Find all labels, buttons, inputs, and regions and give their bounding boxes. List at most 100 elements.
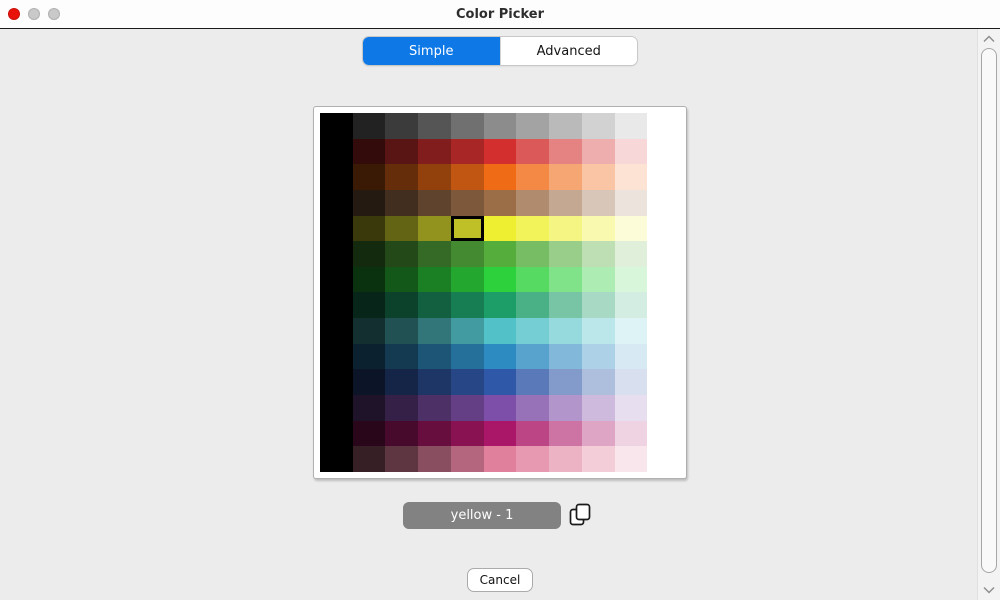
swatch-magenta-6[interactable] (516, 421, 549, 447)
swatch-sea-green-2[interactable] (385, 292, 418, 318)
copy-button[interactable] (564, 500, 596, 532)
swatch-cyan-10[interactable] (647, 318, 680, 344)
swatch-forest-green-8[interactable] (582, 241, 615, 267)
swatch-sea-green-1[interactable] (353, 292, 386, 318)
swatch-yellow-1[interactable] (353, 216, 386, 242)
swatch-cyan-8[interactable] (582, 318, 615, 344)
swatch-purple-7[interactable] (549, 395, 582, 421)
swatch-cyan-4[interactable] (451, 318, 484, 344)
swatch-blue-6[interactable] (516, 344, 549, 370)
swatch-rose-4[interactable] (451, 446, 484, 472)
swatch-green-4[interactable] (451, 267, 484, 293)
swatch-orange-10[interactable] (647, 164, 680, 190)
swatch-gray-5[interactable] (484, 113, 517, 139)
swatch-magenta-9[interactable] (615, 421, 648, 447)
swatch-gray-9[interactable] (615, 113, 648, 139)
swatch-gray-4[interactable] (451, 113, 484, 139)
swatch-orange-1[interactable] (353, 164, 386, 190)
swatch-brown-7[interactable] (549, 190, 582, 216)
swatch-forest-green-3[interactable] (418, 241, 451, 267)
swatch-indigo-4[interactable] (451, 369, 484, 395)
close-button[interactable] (8, 8, 20, 20)
swatch-magenta-10[interactable] (647, 421, 680, 447)
vertical-scrollbar[interactable] (977, 29, 1000, 600)
swatch-blue-9[interactable] (615, 344, 648, 370)
swatch-red-6[interactable] (516, 139, 549, 165)
swatch-orange-9[interactable] (615, 164, 648, 190)
swatch-red-4[interactable] (451, 139, 484, 165)
swatch-green-0[interactable] (320, 267, 353, 293)
swatch-green-2[interactable] (385, 267, 418, 293)
swatch-forest-green-10[interactable] (647, 241, 680, 267)
swatch-brown-8[interactable] (582, 190, 615, 216)
swatch-orange-7[interactable] (549, 164, 582, 190)
swatch-orange-0[interactable] (320, 164, 353, 190)
swatch-indigo-1[interactable] (353, 369, 386, 395)
swatch-forest-green-7[interactable] (549, 241, 582, 267)
swatch-forest-green-0[interactable] (320, 241, 353, 267)
swatch-purple-1[interactable] (353, 395, 386, 421)
swatch-orange-4[interactable] (451, 164, 484, 190)
swatch-cyan-0[interactable] (320, 318, 353, 344)
swatch-magenta-1[interactable] (353, 421, 386, 447)
swatch-green-9[interactable] (615, 267, 648, 293)
swatch-indigo-6[interactable] (516, 369, 549, 395)
swatch-sea-green-10[interactable] (647, 292, 680, 318)
swatch-blue-1[interactable] (353, 344, 386, 370)
swatch-yellow-4[interactable] (451, 216, 484, 242)
tab-simple[interactable]: Simple (363, 37, 500, 65)
swatch-rose-9[interactable] (615, 446, 648, 472)
swatch-blue-7[interactable] (549, 344, 582, 370)
swatch-blue-0[interactable] (320, 344, 353, 370)
swatch-indigo-7[interactable] (549, 369, 582, 395)
swatch-red-3[interactable] (418, 139, 451, 165)
swatch-indigo-9[interactable] (615, 369, 648, 395)
swatch-brown-2[interactable] (385, 190, 418, 216)
swatch-cyan-2[interactable] (385, 318, 418, 344)
swatch-brown-9[interactable] (615, 190, 648, 216)
swatch-purple-4[interactable] (451, 395, 484, 421)
swatch-sea-green-5[interactable] (484, 292, 517, 318)
swatch-magenta-0[interactable] (320, 421, 353, 447)
swatch-gray-7[interactable] (549, 113, 582, 139)
swatch-yellow-6[interactable] (516, 216, 549, 242)
minimize-button[interactable] (28, 8, 40, 20)
swatch-purple-8[interactable] (582, 395, 615, 421)
swatch-brown-6[interactable] (516, 190, 549, 216)
swatch-magenta-2[interactable] (385, 421, 418, 447)
swatch-green-6[interactable] (516, 267, 549, 293)
swatch-sea-green-9[interactable] (615, 292, 648, 318)
swatch-cyan-5[interactable] (484, 318, 517, 344)
swatch-green-1[interactable] (353, 267, 386, 293)
swatch-yellow-0[interactable] (320, 216, 353, 242)
swatch-rose-5[interactable] (484, 446, 517, 472)
swatch-purple-0[interactable] (320, 395, 353, 421)
swatch-magenta-7[interactable] (549, 421, 582, 447)
swatch-gray-1[interactable] (353, 113, 386, 139)
swatch-blue-10[interactable] (647, 344, 680, 370)
swatch-sea-green-0[interactable] (320, 292, 353, 318)
swatch-brown-0[interactable] (320, 190, 353, 216)
swatch-forest-green-5[interactable] (484, 241, 517, 267)
swatch-sea-green-4[interactable] (451, 292, 484, 318)
swatch-magenta-4[interactable] (451, 421, 484, 447)
swatch-cyan-1[interactable] (353, 318, 386, 344)
swatch-forest-green-4[interactable] (451, 241, 484, 267)
swatch-purple-6[interactable] (516, 395, 549, 421)
swatch-sea-green-3[interactable] (418, 292, 451, 318)
swatch-blue-2[interactable] (385, 344, 418, 370)
swatch-gray-6[interactable] (516, 113, 549, 139)
swatch-red-2[interactable] (385, 139, 418, 165)
chevron-up-icon[interactable] (978, 32, 1000, 46)
swatch-gray-10[interactable] (647, 113, 680, 139)
swatch-gray-8[interactable] (582, 113, 615, 139)
swatch-rose-6[interactable] (516, 446, 549, 472)
swatch-green-8[interactable] (582, 267, 615, 293)
swatch-green-3[interactable] (418, 267, 451, 293)
swatch-purple-9[interactable] (615, 395, 648, 421)
swatch-red-5[interactable] (484, 139, 517, 165)
swatch-purple-5[interactable] (484, 395, 517, 421)
swatch-red-7[interactable] (549, 139, 582, 165)
swatch-rose-1[interactable] (353, 446, 386, 472)
swatch-gray-2[interactable] (385, 113, 418, 139)
